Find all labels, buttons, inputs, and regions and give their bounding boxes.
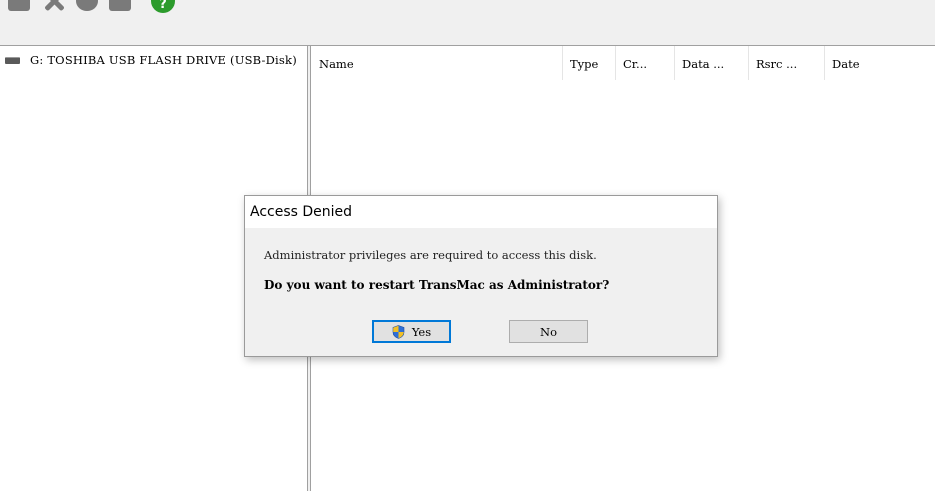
yes-button-label: Yes [411, 324, 432, 339]
drive-icon [5, 56, 20, 64]
help-icon[interactable] [151, 0, 175, 13]
column-header-date[interactable]: Date [825, 46, 935, 80]
toolbar [0, 0, 935, 46]
dialog-title: Access Denied [245, 196, 717, 228]
column-header-creator[interactable]: Cr... [616, 46, 675, 80]
no-button-label: No [540, 324, 557, 339]
access-denied-dialog: Access Denied Administrator privileges a… [244, 195, 718, 357]
info-icon[interactable] [76, 0, 98, 11]
yes-button[interactable]: Yes [372, 320, 451, 343]
dialog-question: Do you want to restart TransMac as Admin… [264, 278, 610, 292]
dialog-message: Administrator privileges are required to… [264, 248, 597, 262]
delete-icon[interactable] [43, 0, 65, 11]
column-header-name[interactable]: Name [312, 46, 563, 80]
column-header-data-size[interactable]: Data ... [675, 46, 749, 80]
column-header-row: Name Type Cr... Data ... Rsrc ... Date [312, 46, 935, 80]
folder-icon[interactable] [109, 0, 131, 11]
drive-label: G: TOSHIBA USB FLASH DRIVE (USB-Disk) [30, 53, 297, 67]
tree-item-drive[interactable]: G: TOSHIBA USB FLASH DRIVE (USB-Disk) [5, 51, 297, 69]
column-header-rsrc-size[interactable]: Rsrc ... [749, 46, 825, 80]
copy-icon[interactable] [8, 0, 30, 11]
column-header-type[interactable]: Type [563, 46, 616, 80]
uac-shield-icon [392, 324, 405, 339]
no-button[interactable]: No [509, 320, 588, 343]
